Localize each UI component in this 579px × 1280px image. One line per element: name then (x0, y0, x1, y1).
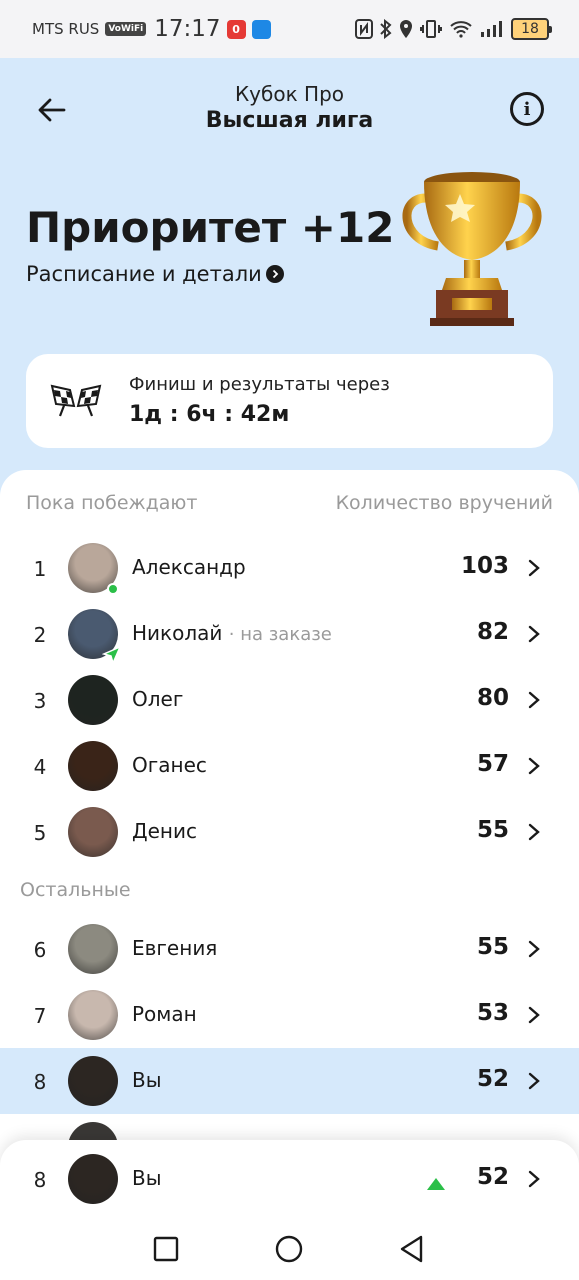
delivery-count: 52 (476, 1164, 509, 1190)
chevron-right-icon (528, 940, 540, 958)
leaderboard-row[interactable]: 2 Николай · на заказе 82 (0, 601, 579, 667)
chevron-right-icon (528, 1006, 540, 1024)
finish-countdown: 1д : 6ч : 42м (129, 402, 290, 427)
driver-name: Вы (132, 1166, 162, 1190)
vibrate-icon (420, 20, 442, 38)
avatar (68, 741, 118, 791)
recent-apps-icon[interactable] (151, 1234, 181, 1264)
driver-name: Олег (132, 687, 184, 711)
info-icon: i (523, 98, 531, 120)
delivery-count: 55 (476, 934, 509, 960)
leaderboard-row[interactable]: 1 Александр 103 (0, 535, 579, 601)
info-button[interactable]: i (510, 92, 544, 126)
league-subtitle: Кубок Про (234, 82, 344, 106)
chevron-right-icon (528, 757, 540, 775)
others-section-label: Остальные (20, 879, 131, 901)
leaderboard-row[interactable]: 6 Евгения 55 (0, 916, 579, 982)
avatar (68, 675, 118, 725)
status-icons: 18 (355, 18, 552, 40)
delivery-count: 103 (460, 553, 509, 579)
delivery-count: 57 (476, 751, 509, 777)
finish-countdown-card: Финиш и результаты через 1д : 6ч : 42м (26, 354, 553, 448)
avatar (68, 990, 118, 1040)
navigation-arrow-icon (102, 645, 122, 665)
notification-app-icon-2 (251, 19, 271, 39)
chevron-right-icon (528, 559, 540, 577)
rank-number: 8 (33, 1070, 47, 1094)
system-navigation-bar (0, 1218, 579, 1280)
back-nav-icon[interactable] (397, 1234, 427, 1264)
checkered-flags-icon (50, 384, 102, 417)
driver-name: Денис (132, 819, 197, 843)
rank-number: 1 (33, 557, 47, 581)
trophy-icon (402, 172, 542, 326)
bluetooth-icon (380, 19, 392, 39)
priority-title: Приоритет +12 (26, 203, 395, 252)
driver-name: Оганес (132, 753, 207, 777)
vowifi-badge: VoWiFi (105, 22, 147, 36)
status-bar: MTS RUS VoWiFi 17:17 0 18 (0, 0, 579, 58)
signal-icon (481, 21, 502, 37)
carrier-label: MTS RUS (32, 20, 100, 38)
driver-status-note: · на заказе (228, 624, 332, 645)
rank-number: 4 (33, 755, 47, 779)
driver-name: Николай · на заказе (132, 621, 332, 645)
winning-section-label: Пока побеждают (26, 492, 198, 514)
rank-number: 7 (33, 1004, 47, 1028)
driver-name: Вы (132, 1068, 162, 1092)
chevron-right-icon (528, 823, 540, 841)
schedule-details-label: Расписание и детали (26, 262, 262, 286)
delivery-count: 80 (476, 685, 509, 711)
home-icon[interactable] (274, 1234, 304, 1264)
rank-number: 6 (33, 938, 47, 962)
page-title: Высшая лига (205, 108, 374, 133)
chevron-right-icon (528, 691, 540, 709)
trend-up-icon (427, 1178, 445, 1190)
leaderboard-row[interactable]: 7 Роман 53 (0, 982, 579, 1048)
delivery-count: 53 (476, 1000, 509, 1026)
driver-name-text: Николай (132, 621, 223, 645)
rank-number: 8 (33, 1168, 47, 1192)
schedule-details-link[interactable]: Расписание и детали (26, 262, 284, 286)
chevron-right-icon (528, 1072, 540, 1090)
battery-icon: 18 (511, 18, 552, 40)
delivery-count: 55 (476, 817, 509, 843)
driver-name: Александр (132, 555, 246, 579)
leaderboard-row[interactable]: 5 Денис 55 (0, 799, 579, 865)
chevron-right-circle-icon (265, 265, 284, 283)
leaderboard-row[interactable]: 3 Олег 80 (0, 667, 579, 733)
avatar (68, 807, 118, 857)
wifi-icon (450, 21, 472, 38)
nfc-icon (355, 19, 373, 39)
chevron-right-icon (528, 1170, 540, 1188)
rank-number: 5 (33, 821, 47, 845)
current-user-row[interactable]: 8 Вы 52 (0, 1146, 579, 1212)
driver-name: Евгения (132, 936, 218, 960)
count-column-label: Количество вручений (335, 492, 553, 514)
leaderboard-row-current-user[interactable]: 8 Вы 52 (0, 1048, 579, 1114)
chevron-right-icon (528, 625, 540, 643)
notification-app-icon: 0 (226, 19, 246, 39)
avatar (68, 1154, 118, 1204)
rank-number: 3 (33, 689, 47, 713)
avatar (68, 1056, 118, 1106)
driver-name: Роман (132, 1002, 197, 1026)
avatar (68, 924, 118, 974)
leaderboard-row[interactable]: 4 Оганес 57 (0, 733, 579, 799)
online-status-dot (107, 583, 119, 595)
location-icon (400, 20, 412, 38)
delivery-count: 82 (476, 619, 509, 645)
rank-number: 2 (33, 623, 47, 647)
finish-label: Финиш и результаты через (129, 374, 390, 395)
status-time: 17:17 (154, 16, 221, 42)
delivery-count: 52 (476, 1066, 509, 1092)
